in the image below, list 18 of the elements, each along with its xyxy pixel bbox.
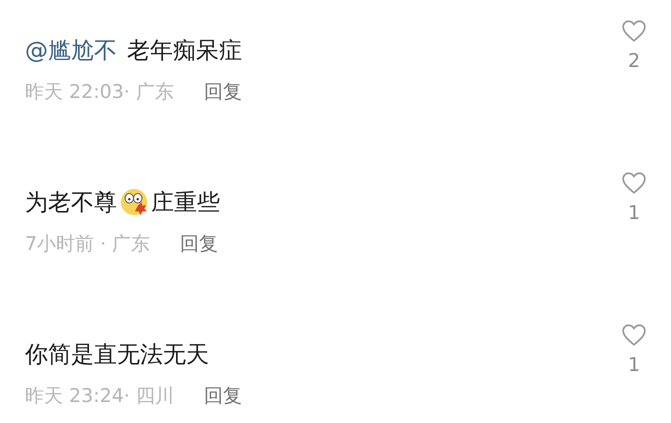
comment-text: 为老不尊 [25,188,117,218]
comment-text: 你简是直无法无天 [25,340,209,370]
comment-time-location: 昨天 23:24· 四川 [25,384,174,409]
emoji-icon [119,187,149,217]
reply-link[interactable]: 回复 [204,78,242,106]
heart-icon[interactable] [621,18,647,44]
reply-link[interactable]: 回复 [180,230,218,258]
comment-time-location: 昨天 22:03· 广东 [25,80,174,105]
mention-link[interactable]: @尴尬不 [25,34,117,66]
like-count: 1 [628,202,640,224]
heart-icon[interactable] [621,322,647,348]
like-count: 2 [628,50,640,72]
heart-icon[interactable] [621,170,647,196]
comment-text: 庄重些 [151,188,220,218]
comment-time-location: 7小时前 · 广东 [25,232,150,257]
like-count: 1 [628,354,640,376]
comment-text: 老年痴呆症 [127,36,242,66]
reply-link[interactable]: 回复 [204,382,242,410]
